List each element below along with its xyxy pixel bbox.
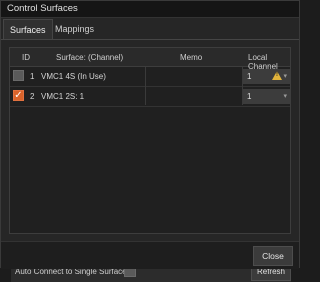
row-id: 1	[30, 72, 35, 81]
local-channel-value: 1	[247, 72, 252, 81]
surfaces-panel: ID Surface: (Channel) Memo Local Channel…	[9, 47, 291, 282]
local-channel-select[interactable]: 1 ▾	[243, 89, 290, 104]
header-surface: Surface: (Channel)	[56, 53, 124, 62]
table-row[interactable]: ✓ 2 VMC1 2S: 1 1 ▾	[10, 87, 290, 107]
row-checkbox[interactable]	[13, 70, 24, 81]
tab-surfaces[interactable]: Surfaces	[3, 19, 53, 40]
title-bar[interactable]: Control Surfaces	[1, 1, 299, 18]
local-channel-value: 1	[247, 92, 252, 101]
footer: Close	[1, 241, 299, 269]
close-button[interactable]: Close	[253, 246, 293, 266]
chevron-down-icon: ▾	[283, 93, 287, 100]
header-id: ID	[22, 53, 30, 62]
column-divider	[145, 67, 146, 105]
control-surfaces-window: Control Surfaces Surfaces Mappings ID Su…	[0, 0, 300, 282]
tab-mappings[interactable]: Mappings	[49, 19, 100, 39]
window-title: Control Surfaces	[7, 3, 78, 14]
warning-icon: !	[272, 71, 282, 80]
table-header: ID Surface: (Channel) Memo Local Channel	[10, 48, 290, 71]
row-id: 2	[30, 92, 35, 101]
chevron-down-icon: ▾	[283, 73, 287, 80]
tab-bar: Surfaces Mappings	[1, 18, 299, 40]
header-memo: Memo	[180, 53, 203, 62]
table-row[interactable]: 1 VMC1 4S (In Use) 1 ! ▾	[10, 67, 290, 87]
checkmark-icon: ✓	[14, 90, 23, 101]
local-channel-select[interactable]: 1 ! ▾	[243, 69, 290, 84]
row-surface: VMC1 2S: 1	[41, 92, 85, 101]
tab-divider	[1, 39, 299, 40]
column-divider	[242, 67, 243, 105]
row-surface: VMC1 4S (In Use)	[41, 72, 106, 81]
row-checkbox[interactable]: ✓	[13, 90, 24, 101]
